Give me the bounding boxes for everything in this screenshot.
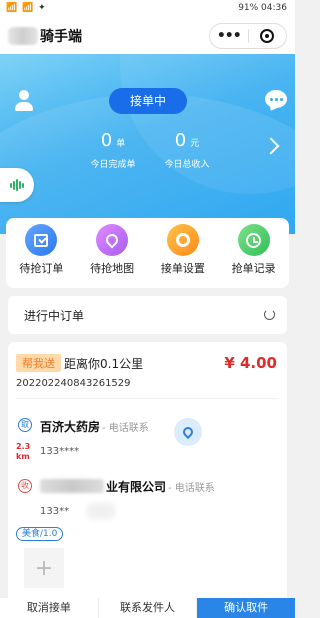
today-orders-unit: 单 [116,139,126,149]
gear-icon [166,224,199,256]
pickup-badge: 取 [18,418,32,432]
signal-indicators: 📶 📶 ✦ [6,3,47,13]
quick-menu: 待抢订单 待抢地图 接单设置 抢单记录 [6,218,289,288]
dropoff-contact-link[interactable]: - 电话联系 [168,483,215,494]
order-card[interactable]: 帮我送 距离你0.1公里 ¥ 4.00 20220224084326​1529 … [8,342,287,618]
order-type-tag: 帮我送 [16,354,61,372]
app-header: 骑手端 ••• [0,18,295,54]
dropoff-name-text: 业有限公司 [106,480,167,494]
goods-tag: 美食/1.0 [16,527,64,541]
target-ring [260,29,275,43]
map-pin-icon [96,224,129,256]
today-income-value: 0 [174,130,187,151]
pickup-name-text: 百济大药房 [40,420,101,434]
menu-item-pending-map[interactable]: 待抢地图 [79,224,145,276]
in-progress-header: 进行中订单 [8,296,287,334]
pickup-contact-link[interactable]: - 电话联系 [102,423,149,434]
target-icon[interactable] [248,29,286,43]
menu-label: 抢单记录 [231,262,276,275]
dropoff-name: 业有限公司 - 电话联系 [106,478,215,495]
pickup-name: 百济大药房 - 电话联系 [40,418,149,435]
contact-sender-button[interactable]: 联系发件人 [97,598,198,618]
target-dot [265,34,270,38]
today-income-unit: 元 [190,139,200,149]
section-title: 进行中订单 [24,309,85,323]
confirm-pickup-button[interactable]: 确认取件 [197,598,296,618]
menu-item-pending-orders[interactable]: 待抢订单 [8,224,74,276]
km-unit: km [16,452,30,461]
voice-icon[interactable] [0,168,34,202]
accepting-status-button[interactable]: 接单中 [109,88,187,114]
distance-km: 2.3 km [16,442,36,462]
clipboard-check-icon [25,224,58,256]
hero-panel: 接单中 0单 今日完成单 0元 今日总收入 [0,54,295,234]
mini-program-capsule: ••• [209,23,287,49]
battery-time: 91% 04:36 [238,3,287,13]
page-title: 骑手端 [40,29,82,45]
menu-label: 接单设置 [160,262,205,275]
dropoff-phone-text: 133** [40,506,70,517]
clock-icon [237,224,270,256]
order-distance: 距离你0.1公里 [64,357,144,371]
menu-label: 待抢地图 [90,262,135,275]
title-wrap: 骑手端 [8,26,82,46]
menu-item-order-settings[interactable]: 接单设置 [150,224,216,276]
cancel-order-button[interactable]: 取消接单 [0,598,98,618]
today-orders-value: 0 [100,130,113,151]
card-divider [16,398,279,399]
order-actions: 取消接单 联系发件人 确认取件 [0,598,296,618]
chat-icon[interactable] [265,90,287,108]
user-icon[interactable] [14,90,34,112]
order-number: 20220224084326​1529 [16,378,131,389]
refresh-icon[interactable] [264,309,275,320]
add-photo-button[interactable]: + [24,548,64,588]
km-value: 2.3 [16,442,31,451]
menu-label: 待抢订单 [19,262,64,275]
menu-item-grab-records[interactable]: 抢单记录 [221,224,287,276]
redacted-title-prefix [8,27,38,45]
map-marker-icon[interactable] [174,418,202,446]
today-income-label: 今日总收入 [164,160,210,170]
status-bar: 📶 📶 ✦ 91% 04:36 [0,0,295,18]
pickup-phone: 133**** [40,446,80,457]
today-income-stat: 0元 今日总收入 [142,130,232,170]
redacted-phone-fragment [86,502,116,520]
order-price: ¥ 4.00 [224,354,277,372]
dropoff-badge: 收 [18,479,32,493]
redacted-dropoff-prefix [40,479,104,493]
more-dots-icon[interactable]: ••• [210,24,248,48]
